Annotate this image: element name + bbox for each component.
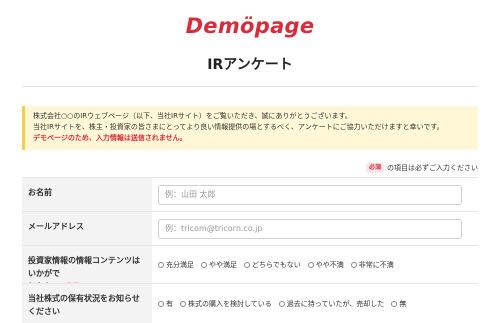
radio-circle-icon[interactable]: [244, 261, 250, 268]
radio-circle-icon[interactable]: [180, 300, 186, 307]
required-note: 必須 の項目は必ずご入力ください: [365, 163, 478, 173]
holding-options: 有 株式の購入を検討している 過去に持っていたが、売却した 無: [158, 299, 406, 309]
required-badge: 必須: [365, 163, 384, 173]
radio-circle-icon[interactable]: [307, 261, 314, 268]
holding-option-3[interactable]: 過去に持っていたが、売却した: [278, 299, 384, 309]
name-row: お名前 例：山田 太郎: [22, 177, 478, 211]
header: Demöpage IRアンケート: [0, 0, 500, 82]
page-title: IRアンケート: [207, 57, 293, 73]
notice-line-2: 当社IRサイトを、株主・投資家の皆さまにとってより良い情報提供の場とするべく、ア…: [33, 123, 444, 131]
holding-option-2[interactable]: 株式の購入を検討している: [180, 299, 272, 309]
satisfaction-option-2[interactable]: やや満足: [201, 260, 237, 270]
name-input[interactable]: 例：山田 太郎: [158, 184, 462, 205]
satisfaction-option-5[interactable]: 非常に不満: [350, 260, 394, 270]
holding-option-4[interactable]: 無: [391, 299, 406, 309]
intro-notice: 株式会社○○のIRウェブページ（以下、当社IRサイト）をご覧いただき、誠にありが…: [22, 106, 478, 150]
satisfaction-label: 投資家情報の情報コンテンツはいかがで したか。 必須: [22, 246, 152, 292]
satisfaction-option-4[interactable]: やや不満: [307, 260, 344, 270]
satisfaction-options: 充分満足 やや満足 どちらでもない やや不満 非常に不満: [158, 260, 394, 270]
holding-option-1[interactable]: 有: [158, 299, 173, 309]
radio-circle-icon[interactable]: [350, 261, 357, 268]
demopage-logo[interactable]: Demöpage: [0, 14, 500, 38]
holding-label: 当社株式の保有状況をお知らせください: [22, 284, 152, 323]
name-label: お名前: [22, 178, 152, 211]
email-row: メールアドレス 例：tricom@tricorn.co.jp: [22, 211, 478, 245]
radio-circle-icon[interactable]: [158, 261, 164, 268]
notice-line-1: 株式会社○○のIRウェブページ（以下、当社IRサイト）をご覧いただき、誠にありが…: [33, 112, 352, 120]
satisfaction-option-3[interactable]: どちらでもない: [244, 260, 301, 270]
demo-warning: デモページのため、入力情報は送信されません。: [33, 134, 187, 142]
radio-circle-icon[interactable]: [391, 300, 398, 307]
survey-form: お名前 例：山田 太郎 メールアドレス 例：tricom@tricorn.co.…: [22, 177, 478, 323]
radio-circle-icon[interactable]: [158, 300, 164, 307]
header-divider: [22, 86, 478, 87]
satisfaction-row: 投資家情報の情報コンテンツはいかがで したか。 必須 充分満足 やや満足 どちら…: [22, 245, 478, 292]
required-note-text: の項目は必ずご入力ください: [387, 164, 478, 172]
holding-row: 当社株式の保有状況をお知らせください 有 株式の購入を検討している 過去に持って…: [22, 283, 478, 323]
radio-circle-icon[interactable]: [201, 261, 207, 268]
radio-circle-icon[interactable]: [278, 300, 285, 307]
email-input[interactable]: 例：tricom@tricorn.co.jp: [158, 218, 462, 239]
satisfaction-option-1[interactable]: 充分満足: [158, 260, 194, 270]
email-label: メールアドレス: [22, 212, 152, 245]
satisfaction-label-line-1: 投資家情報の情報コンテンツはいかがで: [28, 256, 140, 278]
